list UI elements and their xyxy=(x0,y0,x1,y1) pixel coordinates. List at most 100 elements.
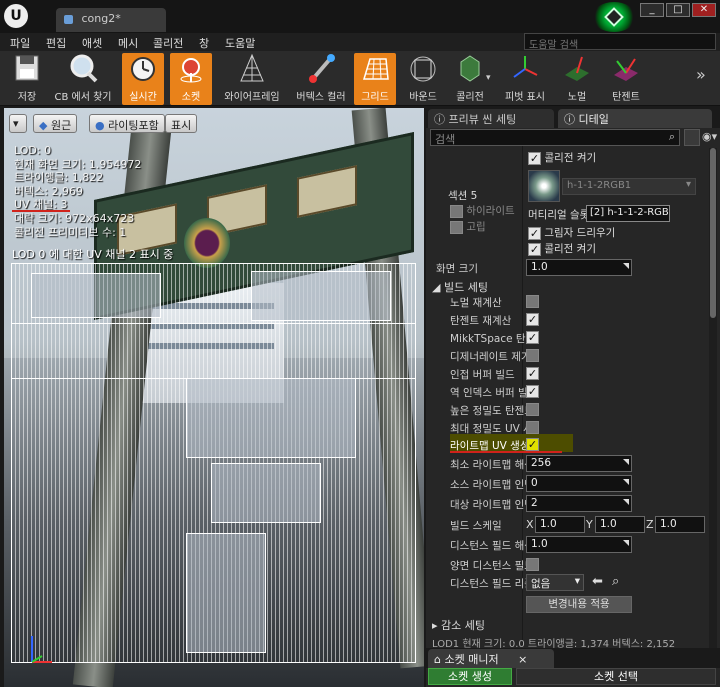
high-precision-tangents-checkbox[interactable] xyxy=(526,402,539,416)
info-icon: ⓘ xyxy=(564,113,575,126)
scrollbar-thumb[interactable] xyxy=(710,148,716,318)
unreal-logo-icon[interactable]: U xyxy=(4,4,28,28)
minimize-button[interactable]: _ xyxy=(640,3,664,17)
realtime-icon xyxy=(126,53,160,85)
socket-manager-icon: ⌂ xyxy=(434,653,441,666)
recompute-tangents-checkbox[interactable]: ✓ xyxy=(526,312,539,326)
build-scale-z-input[interactable]: 1.0 xyxy=(655,516,705,533)
distance-field-resolution-input[interactable]: 1.0 xyxy=(526,536,632,553)
create-socket-button[interactable]: 소켓 생성 xyxy=(428,668,512,685)
asset-document-tab[interactable]: cong2* xyxy=(56,8,166,32)
save-button[interactable]: 저장 xyxy=(6,53,48,105)
info-icon: ⓘ xyxy=(434,113,445,126)
details-scrollbar[interactable] xyxy=(709,148,717,648)
enable-collision-top-checkbox[interactable]: ✓ xyxy=(528,151,541,165)
stat-vertices: 버텍스: 2,969 xyxy=(14,184,84,198)
collapse-arrow-icon: ▸ xyxy=(432,619,438,632)
find-in-browser-icon xyxy=(66,53,100,85)
pivot-button[interactable]: 피벗 표시 xyxy=(500,53,550,105)
lod1-header-row[interactable]: LOD1 현재 크기: 0.0 트라이앵글: 1,374 버텍스: 2,152 xyxy=(432,635,708,648)
two-sided-distance-field-checkbox[interactable] xyxy=(526,557,539,571)
wireframe-button[interactable]: 와이어프레임 xyxy=(220,53,284,105)
socket-button[interactable]: 소켓 xyxy=(170,53,212,105)
menu-help[interactable]: 도움말 xyxy=(225,35,255,51)
tab-socket-manager[interactable]: ⌂ 소켓 매니저 × xyxy=(428,649,554,668)
pivot-icon xyxy=(508,53,542,85)
reduction-settings-header[interactable]: ▸ 감소 세팅 xyxy=(426,617,708,635)
bounds-button[interactable]: 바운드 xyxy=(402,53,444,105)
socket-icon xyxy=(174,53,208,85)
x-axis-label: X xyxy=(526,518,534,531)
tab-preview-scene-settings[interactable]: ⓘ 프리뷰 씬 세팅 xyxy=(428,109,554,128)
recompute-normals-checkbox[interactable] xyxy=(526,294,539,308)
lit-sphere-icon: ● xyxy=(95,119,105,132)
menu-mesh[interactable]: 메시 xyxy=(118,35,138,51)
material-dropdown[interactable]: h-1-1-2RGB1 ▾ xyxy=(562,178,696,195)
isolate-checkbox[interactable] xyxy=(450,220,463,234)
realtime-button[interactable]: 실시간 xyxy=(122,53,164,105)
material-thumbnail[interactable] xyxy=(528,170,560,202)
close-tab-icon[interactable]: × xyxy=(518,653,527,666)
toolbar: 저장 CB 에서 찾기 실시간 소켓 와이어프레임 버텍스 컬러 그리드 바운드… xyxy=(0,51,720,106)
tangents-button[interactable]: 탄젠트 xyxy=(604,53,648,105)
menu-collision[interactable]: 콜리전 xyxy=(153,35,183,51)
uv-island-block xyxy=(31,273,161,318)
source-lightmap-index-input[interactable]: 0 xyxy=(526,475,632,492)
build-scale-x-input[interactable]: 1.0 xyxy=(535,516,585,533)
perspective-icon: ◆ xyxy=(39,119,48,132)
stat-screen-size: 현재 화면 크기: 1.954972 xyxy=(14,157,142,171)
mikktspace-checkbox[interactable]: ✓ xyxy=(526,330,539,344)
generate-lightmap-uvs-checkbox[interactable]: ✓ xyxy=(526,437,539,451)
property-matrix-button[interactable] xyxy=(684,129,700,146)
details-search-input[interactable]: 검색 ⌕ xyxy=(430,129,680,146)
cast-shadow-row: ✓ 그림자 드리우기 xyxy=(528,226,616,240)
view-mode-perspective-button[interactable]: ◆ 원근 xyxy=(33,114,78,133)
browse-asset-search-icon[interactable]: ⌕ xyxy=(612,574,619,589)
menu-file[interactable]: 파일 xyxy=(10,35,30,51)
close-button[interactable]: ✕ xyxy=(692,3,716,17)
asset-tab-title: cong2* xyxy=(81,12,121,25)
tab-details[interactable]: ⓘ 디테일 xyxy=(558,109,712,128)
collision-dropdown-arrow-icon[interactable]: ▾ xyxy=(486,73,491,83)
menu-asset[interactable]: 애셋 xyxy=(82,35,102,51)
lighting-mode-button[interactable]: ● 라이팅포함 xyxy=(89,114,165,133)
distance-field-replacement-dropdown[interactable]: 없음 ▾ xyxy=(526,574,584,591)
viewport-options-menu[interactable]: ▾ xyxy=(9,114,27,133)
apply-changes-button[interactable]: 변경내용 적용 xyxy=(526,596,632,613)
details-tab-bar: ⓘ 프리뷰 씬 세팅 ⓘ 디테일 xyxy=(426,108,720,128)
maximize-button[interactable]: □ xyxy=(666,3,690,17)
highlight-checkbox[interactable] xyxy=(450,204,463,218)
section-collision-checkbox[interactable]: ✓ xyxy=(528,242,541,256)
find-in-content-browser-button[interactable]: CB 에서 찾기 xyxy=(52,53,114,105)
normals-icon xyxy=(560,53,594,85)
use-selected-asset-arrow-icon[interactable]: ⬅ xyxy=(592,574,603,589)
cast-shadow-checkbox[interactable]: ✓ xyxy=(528,226,541,240)
normals-button[interactable]: 노멀 xyxy=(556,53,598,105)
highlight-row: 하이라이트 xyxy=(450,203,515,218)
help-search-input[interactable]: 도움말 검색 xyxy=(524,33,716,51)
select-socket-button[interactable]: 소켓 선택 xyxy=(516,668,716,685)
full-precision-uvs-checkbox[interactable] xyxy=(526,420,539,434)
build-adjacency-buffer-row: 인접 버퍼 빌드 ✓ xyxy=(450,366,539,381)
view-options-eye-icon[interactable]: ◉▾ xyxy=(702,130,718,144)
destination-lightmap-index-input[interactable]: 2 xyxy=(526,495,632,512)
grid-button[interactable]: 그리드 xyxy=(354,53,396,105)
menu-window[interactable]: 창 xyxy=(199,35,209,51)
z-axis-label: Z xyxy=(646,518,654,531)
toolbar-overflow-button[interactable]: » xyxy=(696,65,706,84)
material-slot-dropdown[interactable]: [2] h-1-1-2-RGB xyxy=(586,205,670,222)
source-control-status-icon[interactable] xyxy=(592,2,636,32)
show-flags-button[interactable]: 표시 xyxy=(165,114,198,133)
build-reversed-index-checkbox[interactable]: ✓ xyxy=(526,384,539,398)
vertex-color-button[interactable]: 버텍스 컬러 xyxy=(290,53,352,105)
menu-edit[interactable]: 편집 xyxy=(46,35,66,51)
min-lightmap-resolution-input[interactable]: 256 xyxy=(526,455,632,472)
build-scale-y-input[interactable]: 1.0 xyxy=(595,516,645,533)
remove-degenerates-checkbox[interactable] xyxy=(526,348,539,362)
screen-size-input[interactable]: 1.0 xyxy=(526,259,632,276)
high-precision-tangents-row: 높은 정밀도 탄젠트 xyxy=(426,400,708,420)
recompute-normals-row: 노멀 재계산 xyxy=(426,292,708,312)
wireframe-icon xyxy=(235,53,269,85)
mesh-viewport[interactable]: ▾ ◆ 원근 ● 라이팅포함 표시 LOD: 0 현재 화면 크기: 1.954… xyxy=(4,108,424,687)
build-adjacency-buffer-checkbox[interactable]: ✓ xyxy=(526,366,539,380)
